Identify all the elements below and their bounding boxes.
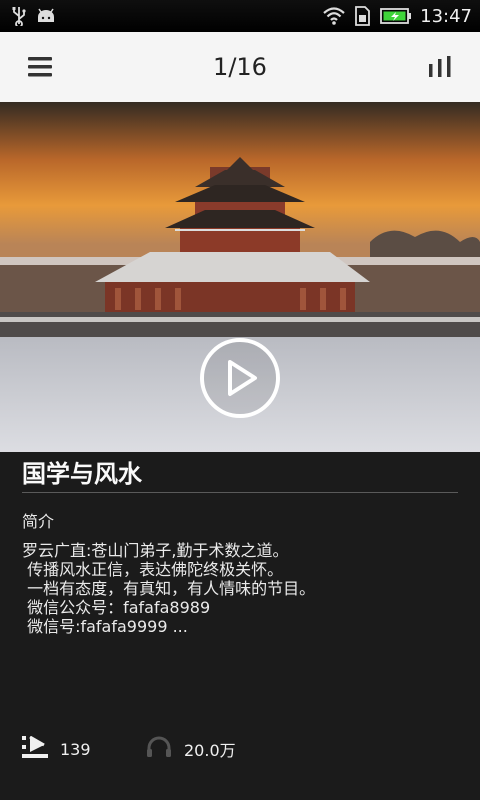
play-button[interactable] <box>195 337 285 419</box>
status-time: 13:47 <box>420 5 472 27</box>
episode-count-value: 139 <box>60 739 91 759</box>
battery-charging-icon <box>380 7 412 25</box>
play-count: 20.0万 <box>146 734 236 764</box>
play-count-value: 20.0万 <box>184 741 236 760</box>
intro-label: 简介 <box>22 512 55 531</box>
episode-count: 139 <box>22 734 91 764</box>
wifi-icon <box>322 6 346 26</box>
album-stats: 139 20.0万 <box>0 734 480 764</box>
cover-image[interactable] <box>0 102 480 452</box>
description-line: 传播风水正信，表达佛陀终极关怀。 <box>22 560 284 579</box>
menu-icon[interactable] <box>26 53 54 81</box>
status-right: 13:47 <box>322 6 472 27</box>
description-line: 罗云广直:苍山门弟子,勤于术数之道。 <box>22 541 289 560</box>
page-indicator: 1/16 <box>213 53 267 81</box>
usb-icon <box>12 6 26 26</box>
description-line: 一档有态度，有真知，有人情味的节目。 <box>22 579 316 598</box>
description-line: 微信号:fafafa9999 ... <box>22 617 188 636</box>
android-icon <box>36 8 56 24</box>
album-title: 国学与风水 <box>22 460 142 488</box>
status-left <box>12 6 56 26</box>
playlist-icon <box>22 735 48 762</box>
album-description[interactable]: 罗云广直:苍山门弟子,勤于术数之道。 传播风水正信，表达佛陀终极关怀。 一档有态… <box>22 541 462 636</box>
headphones-icon <box>146 736 172 762</box>
status-bar: 13:47 <box>0 0 480 32</box>
divider <box>22 492 458 493</box>
header-bar: 1/16 <box>0 32 480 102</box>
bar-chart-icon[interactable] <box>426 53 454 81</box>
sim-icon <box>354 6 372 26</box>
album-info-panel: 国学与风水 简介 罗云广直:苍山门弟子,勤于术数之道。 传播风水正信，表达佛陀终… <box>0 452 480 800</box>
description-line: 微信公众号：fafafa8989 <box>22 598 211 617</box>
